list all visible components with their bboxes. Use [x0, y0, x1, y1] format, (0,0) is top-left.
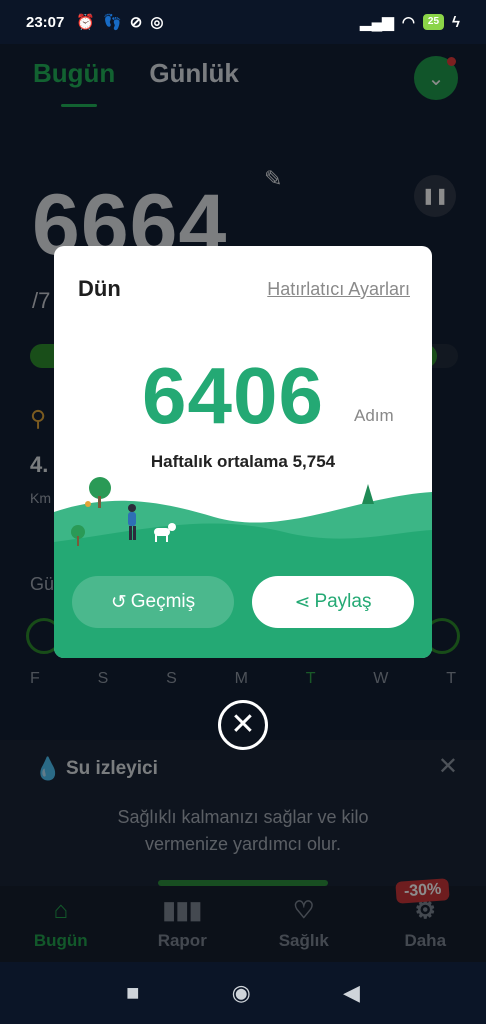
battery-indicator: 25 [422, 14, 445, 30]
history-button[interactable]: ↺ Geçmiş [72, 576, 234, 628]
wifi-icon: ◠ [401, 14, 415, 31]
close-dialog-button[interactable]: ✕ [218, 700, 268, 750]
charging-icon: ϟ [452, 13, 460, 31]
reminder-settings-link[interactable]: Hatırlatıcı Ayarları [267, 279, 410, 300]
landscape-illustration [54, 477, 432, 658]
yesterday-step-count: 6406 [142, 351, 324, 440]
system-nav-bar: ■ ◉ ◀ [0, 962, 486, 1024]
signal-icon: ▂▄▆ [360, 14, 394, 31]
share-label: Paylaş [314, 591, 372, 612]
steps-icon: 👣 [103, 14, 122, 31]
close-icon: ✕ [230, 708, 256, 741]
back-button[interactable]: ◀ [343, 980, 360, 1006]
recent-apps-button[interactable]: ■ [126, 980, 139, 1006]
instagram-icon: ◎ [150, 14, 164, 31]
home-button[interactable]: ◉ [232, 980, 251, 1006]
dialog-title: Dün [78, 276, 121, 301]
share-icon: ⋖ [294, 591, 311, 613]
status-bar: 23:07 ⏰ 👣 ⊘ ◎ ▂▄▆ ◠ 25 ϟ [0, 0, 486, 44]
share-button[interactable]: ⋖ Paylaş [252, 576, 414, 628]
history-label: Geçmiş [130, 591, 196, 612]
clock: 23:07 [26, 13, 65, 31]
blocked-icon: ⊘ [129, 14, 143, 31]
weekly-average: Haftalık ortalama 5,754 [150, 452, 336, 471]
step-unit: Adım [354, 406, 394, 425]
history-icon: ↺ [110, 591, 127, 613]
yesterday-dialog: Dün Hatırlatıcı Ayarları 6406 Adım Hafta… [54, 246, 432, 658]
alarm-icon: ⏰ [76, 14, 96, 31]
